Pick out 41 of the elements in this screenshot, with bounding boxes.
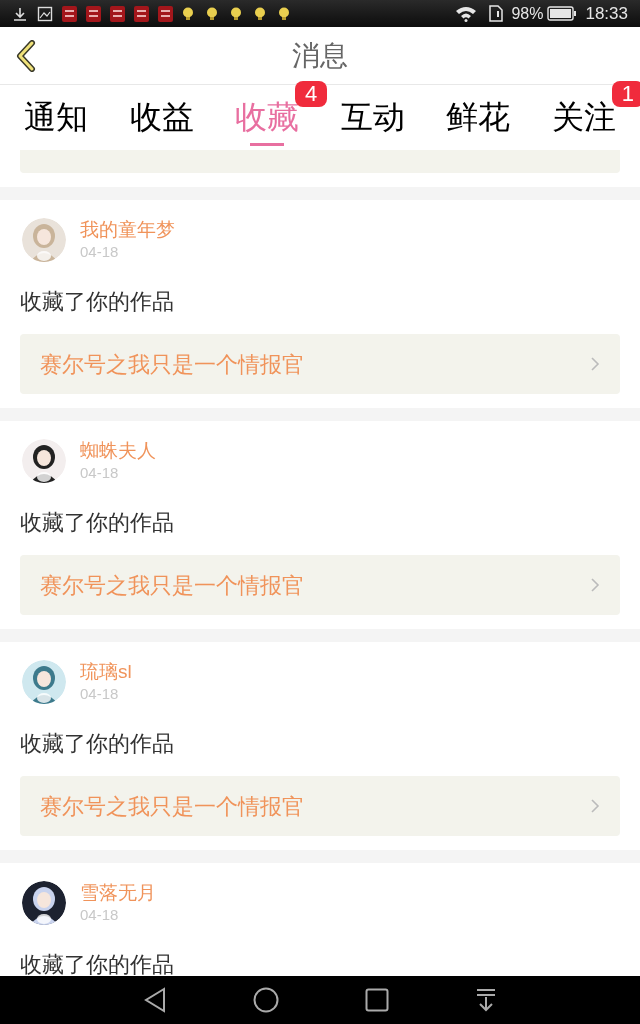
clock-time: 18:33 — [585, 2, 628, 25]
user-name[interactable]: 我的童年梦 — [80, 218, 175, 242]
app-notification-icon — [158, 5, 173, 22]
message-text: 收藏了你的作品 — [20, 730, 175, 758]
message-text: 收藏了你的作品 — [20, 951, 175, 976]
message-text: 收藏了你的作品 — [20, 288, 175, 316]
chevron-right-icon — [590, 577, 600, 593]
battery-icon — [547, 6, 578, 21]
work-link[interactable]: 赛尔号之我只是一个情报官 — [20, 334, 620, 394]
app-notification-icon — [86, 5, 101, 22]
image-icon — [37, 5, 53, 22]
page-title: 消息 — [292, 38, 348, 73]
home-icon[interactable] — [253, 987, 279, 1013]
sim-card-icon — [489, 5, 504, 22]
app-notification-icon — [134, 5, 149, 22]
bulb-icon — [206, 6, 218, 21]
user-name[interactable]: 雪落无月 — [80, 881, 156, 905]
notification-pull-icon[interactable] — [475, 988, 497, 1012]
app-notification-icon — [110, 5, 125, 22]
tab[interactable]: 互动 — [340, 97, 405, 137]
chevron-right-icon — [590, 798, 600, 814]
bulb-icon — [182, 6, 194, 21]
work-link[interactable]: 赛尔号之我只是一个情报官 — [20, 555, 620, 615]
app-notification-icon — [62, 5, 77, 22]
tab[interactable]: 通知 — [24, 97, 88, 137]
message-text: 收藏了你的作品 — [20, 509, 175, 537]
tab[interactable]: 鲜花 — [446, 97, 511, 137]
recent-apps-icon[interactable] — [365, 988, 389, 1012]
wifi-icon — [455, 5, 478, 22]
tab[interactable]: 收益 — [129, 97, 194, 137]
work-link[interactable]: 赛尔号之我只是一个情报官 — [20, 776, 620, 836]
download-icon — [12, 5, 28, 22]
chevron-right-icon — [590, 356, 600, 372]
user-name[interactable]: 琉璃sl — [80, 660, 132, 684]
bulb-icon — [254, 6, 266, 21]
user-name[interactable]: 蜘蛛夫人 — [80, 439, 156, 463]
battery-percent: 98% — [511, 3, 544, 24]
back-icon[interactable] — [143, 987, 167, 1013]
bulb-icon — [230, 6, 242, 21]
bulb-icon — [278, 6, 290, 21]
count-badge: 1 — [611, 81, 640, 107]
